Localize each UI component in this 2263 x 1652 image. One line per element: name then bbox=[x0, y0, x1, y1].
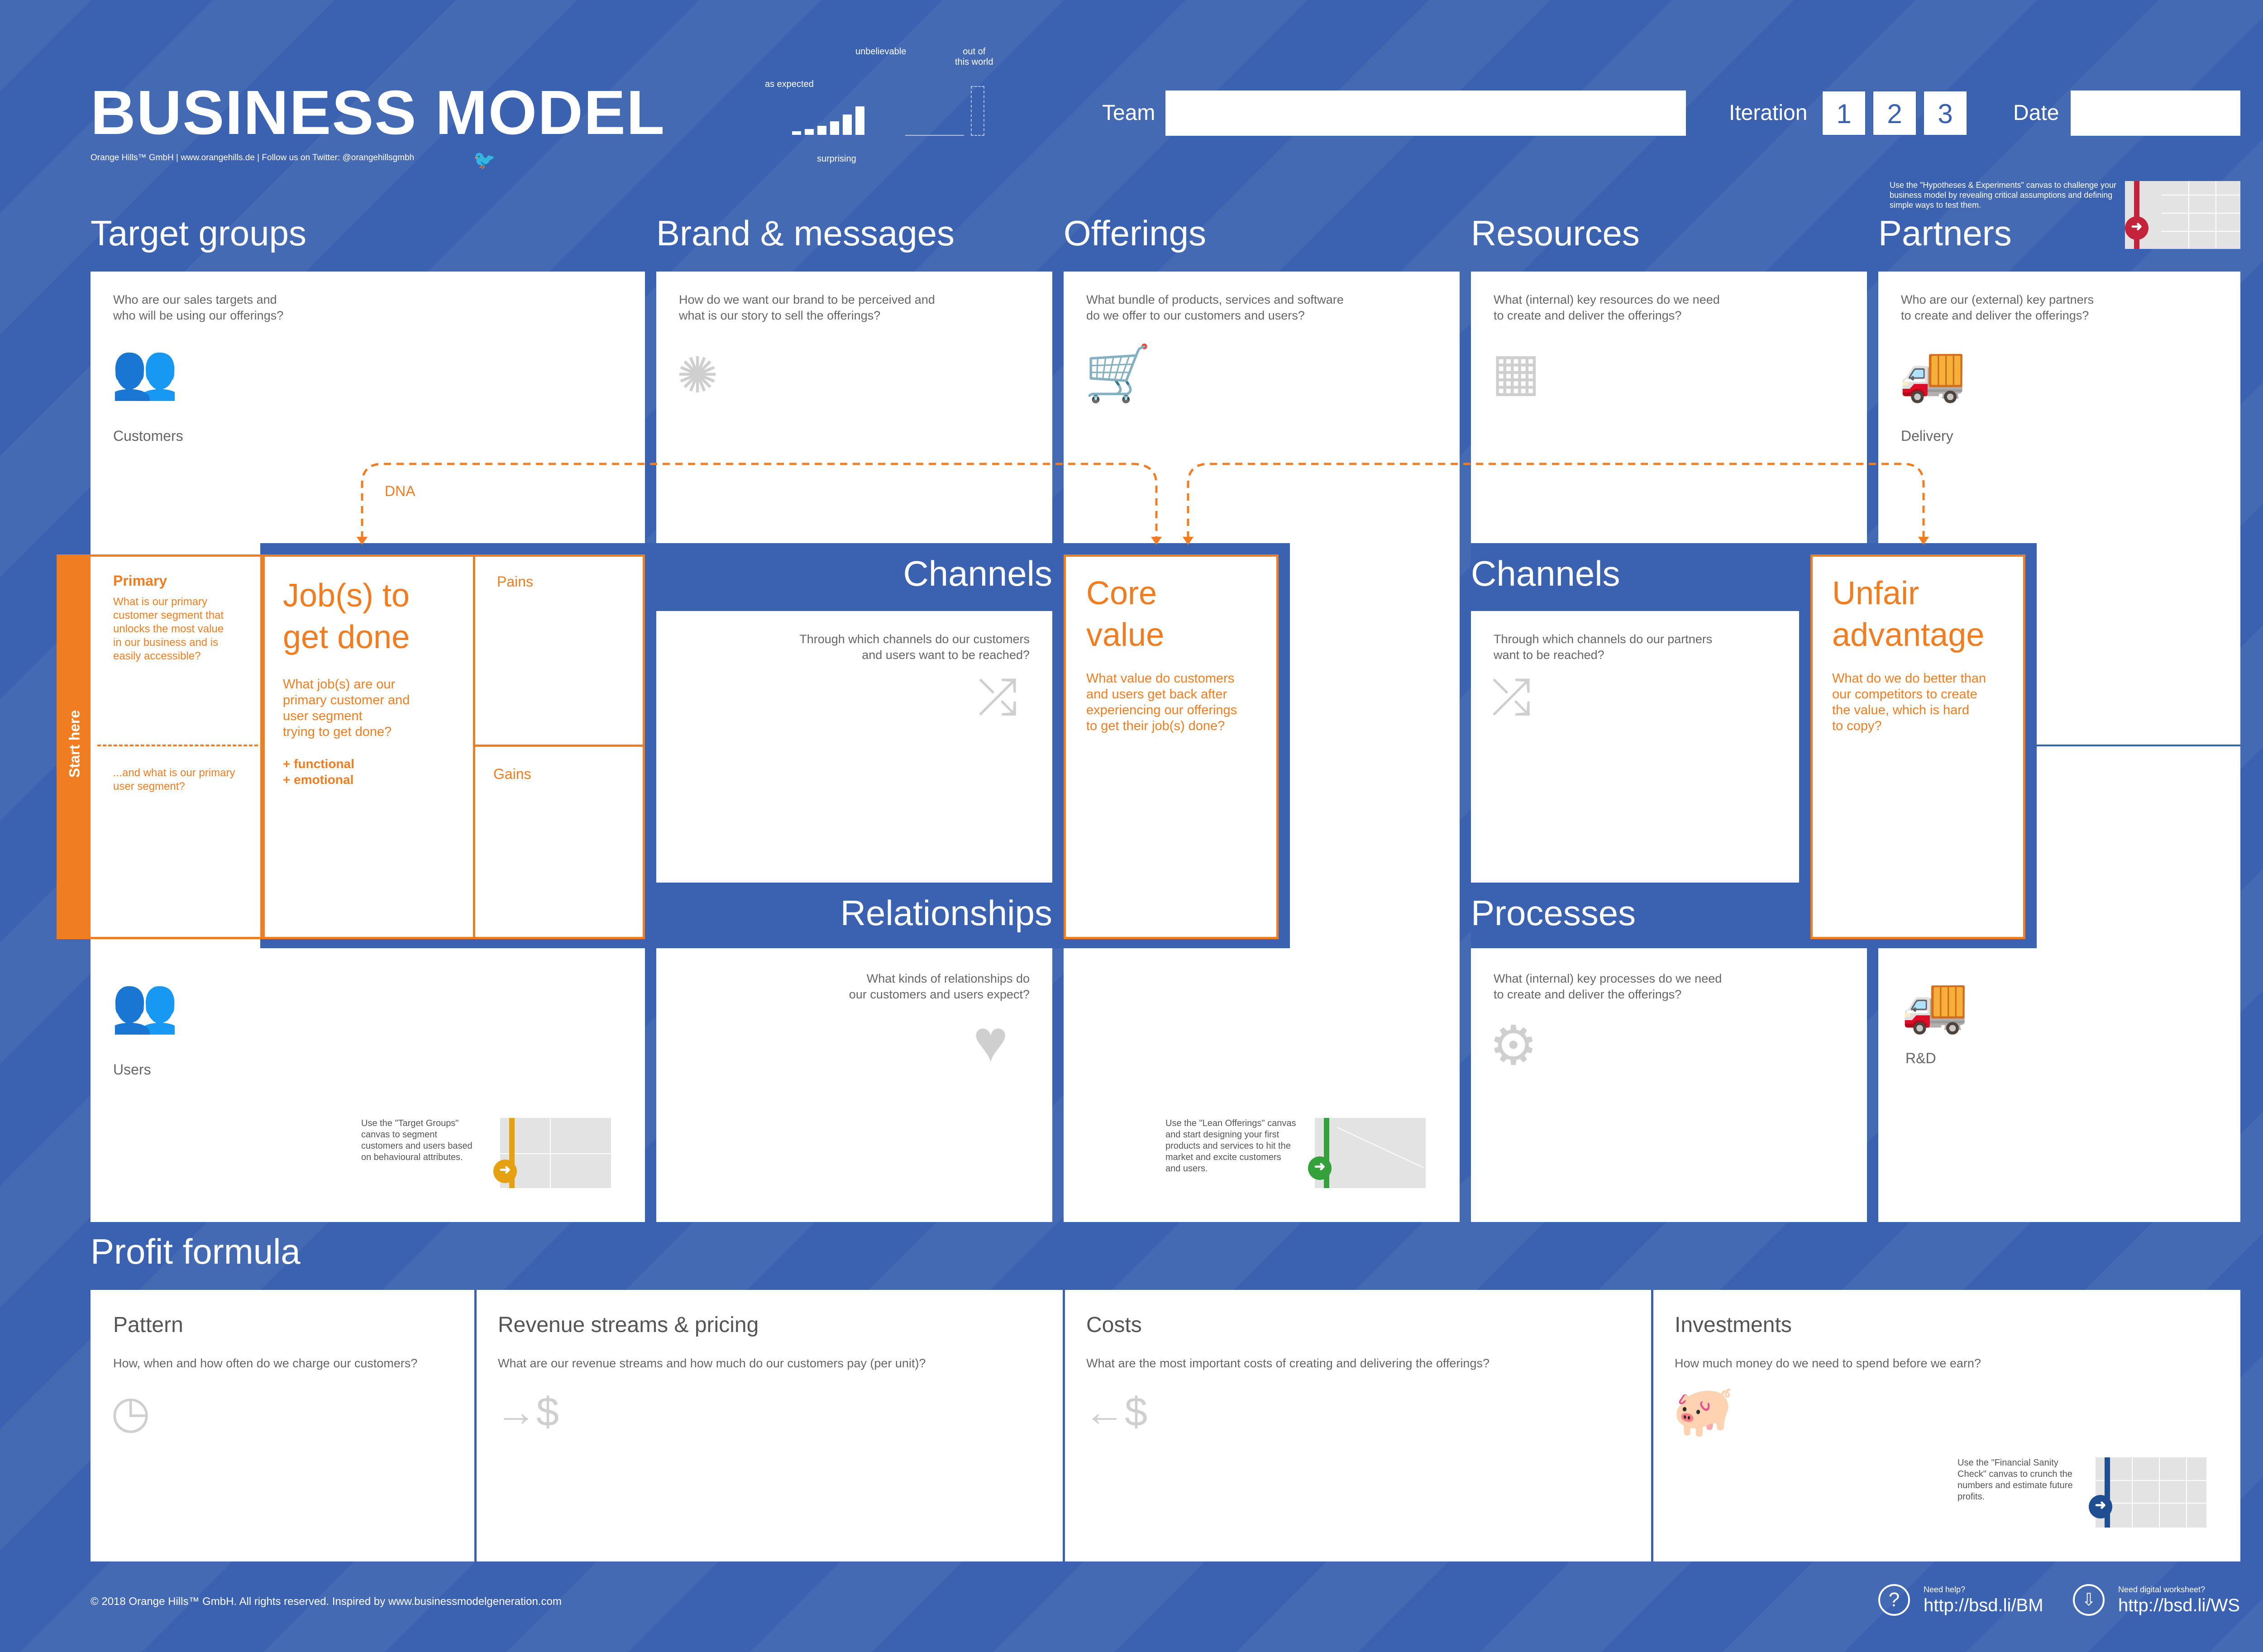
unfair-advantage-title: Unfair advantage bbox=[1832, 575, 1985, 653]
gains-label: Gains bbox=[493, 766, 531, 782]
costs-title: Costs bbox=[1086, 1313, 1142, 1337]
profit-panel[interactable] bbox=[91, 1290, 2240, 1561]
rnd-label: R&D bbox=[1905, 1050, 1936, 1066]
jobs-emotional: + emotional bbox=[283, 773, 354, 787]
core-value-question: What value do customers and users get ba… bbox=[1086, 671, 1237, 733]
profit-divider-3 bbox=[1651, 1290, 1653, 1561]
core-value-title: Core value bbox=[1086, 575, 1165, 653]
revenue-question: What are our revenue streams and how muc… bbox=[498, 1356, 926, 1370]
start-here-label: Start here bbox=[66, 710, 83, 778]
pains-label: Pains bbox=[497, 573, 534, 590]
worksheet-label: Need digital worksheet? bbox=[2118, 1585, 2206, 1594]
investments-hint: Use the "Financial Sanity Check" canvas … bbox=[1957, 1458, 2073, 1502]
channels-right-question: Through which channels do our partners w… bbox=[1494, 632, 1713, 662]
investments-question: How much money do we need to spend befor… bbox=[1675, 1356, 1981, 1370]
help-label: Need help? bbox=[1924, 1585, 1966, 1594]
connectors bbox=[357, 463, 1929, 545]
target-groups-hint: Use the "Target Groups" canvas to segmen… bbox=[361, 1118, 473, 1162]
worksheet-link[interactable]: http://bsd.li/WS bbox=[2118, 1595, 2240, 1616]
jobs-title: Job(s) to get done bbox=[283, 578, 410, 655]
financial-check-canvas-thumbnail[interactable] bbox=[2096, 1457, 2206, 1528]
secondary-question: ...and what is our primary user segment? bbox=[113, 767, 235, 793]
investments-arrow-icon[interactable]: ➜ bbox=[2089, 1495, 2112, 1518]
section-title-processes: Processes bbox=[1471, 893, 1636, 933]
pains-gains-divider bbox=[473, 745, 645, 747]
costs-question: What are the most important costs of cre… bbox=[1086, 1356, 1490, 1370]
gear-icon: ⚙ bbox=[1489, 1015, 1538, 1076]
lean-offerings-canvas-thumbnail[interactable] bbox=[1315, 1118, 1426, 1188]
processes-question: What (internal) key processes do we need… bbox=[1494, 972, 1722, 1001]
revenue-title: Revenue streams & pricing bbox=[498, 1313, 759, 1337]
section-title-profit: Profit formula bbox=[91, 1232, 301, 1271]
clock-icon: ◷ bbox=[111, 1387, 151, 1437]
primary-divider bbox=[97, 745, 258, 746]
relationships-question: What kinds of relationships do our custo… bbox=[849, 972, 1030, 1001]
target-groups-arrow-icon[interactable]: ➜ bbox=[493, 1160, 517, 1183]
users-icon: 👥 bbox=[111, 974, 179, 1035]
shuffle-icon-right: ⤮ bbox=[1491, 669, 1531, 725]
shuffle-icon: ⤮ bbox=[978, 669, 1017, 725]
jobs-divider bbox=[473, 554, 475, 939]
section-title-relationships: Relationships bbox=[840, 893, 1052, 933]
copyright: © 2018 Orange Hills™ GmbH. All rights re… bbox=[91, 1595, 562, 1608]
heart-icon: ♥ bbox=[973, 1008, 1008, 1074]
profit-divider-2 bbox=[1063, 1290, 1065, 1561]
target-groups-canvas-thumbnail[interactable] bbox=[500, 1118, 611, 1188]
unfair-advantage-question: What do we do better than our competitor… bbox=[1832, 671, 1986, 733]
truck-icon-rnd: 🚚 bbox=[1901, 974, 1969, 1035]
help-icon[interactable]: ? bbox=[1878, 1584, 1910, 1616]
cloud-download-icon[interactable]: ⇩ bbox=[2073, 1584, 2105, 1616]
channels-left-question: Through which channels do our customers … bbox=[799, 632, 1030, 662]
pattern-title: Pattern bbox=[113, 1313, 183, 1337]
primary-question: What is our primary customer segment tha… bbox=[113, 596, 224, 662]
profit-divider-1 bbox=[474, 1290, 477, 1561]
offerings-arrow-icon[interactable]: ➜ bbox=[1308, 1156, 1332, 1180]
offerings-hint: Use the "Lean Offerings" canvas and star… bbox=[1165, 1118, 1296, 1174]
money-in-icon: →$ bbox=[496, 1389, 559, 1435]
pattern-question: How, when and how often do we charge our… bbox=[113, 1356, 418, 1370]
partners-divider bbox=[2025, 745, 2240, 746]
jobs-question: What job(s) are our primary customer and… bbox=[283, 677, 410, 739]
users-label: Users bbox=[113, 1061, 151, 1078]
primary-title: Primary bbox=[113, 573, 167, 589]
investments-title: Investments bbox=[1675, 1313, 1792, 1337]
piggy-bank-icon: 🐖 bbox=[1672, 1383, 1734, 1439]
jobs-functional: + functional bbox=[283, 757, 354, 771]
money-out-icon: ←$ bbox=[1084, 1389, 1148, 1435]
help-link[interactable]: http://bsd.li/BM bbox=[1924, 1595, 2043, 1616]
